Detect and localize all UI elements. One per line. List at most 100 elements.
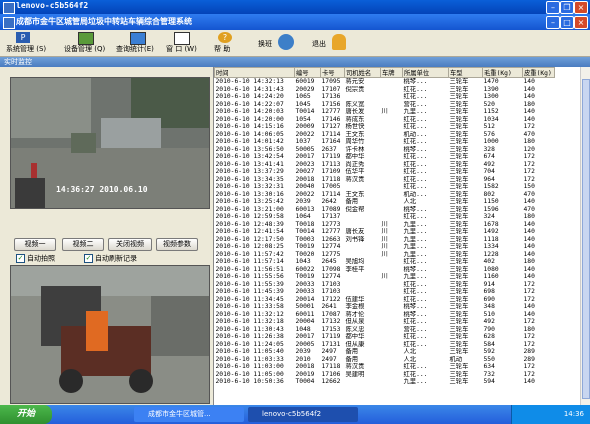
table-row[interactable]: 2010-6-10 11:03:00 20018 17118 蒋汉贵 红花... 三轮车 6… (215, 363, 555, 371)
table-cell: 2010-6-10 11:55:39 (215, 280, 284, 288)
table-row[interactable]: 2010-6-10 11:05:40 2039 2497 备用 人北 三轮车 592 289 (215, 348, 555, 356)
table-row[interactable]: 2010-6-10 13:32:31 20040 17005 红花... 三轮车 1582… (215, 183, 555, 191)
table-cell: 红花... (403, 318, 428, 325)
column-header[interactable]: 编号 (294, 67, 321, 78)
table-row[interactable]: 2010-6-10 11:32:12 60011 17087 蒋才伦 桃琴... 三轮车 5… (215, 311, 555, 319)
column-header[interactable]: 司机姓名 (344, 67, 381, 78)
table-row[interactable]: 2010-6-10 13:34:35 20018 17118 蒋汉贵 红花... 三轮车 9… (215, 176, 555, 184)
table-cell: 17106 (321, 370, 341, 378)
camera-view-1[interactable]: 14:36:27 2010.06.10 (10, 77, 210, 209)
menu-help[interactable]: ? 帮 助 (212, 32, 238, 54)
table-row[interactable]: 2010-6-10 12:17:50 T0003 12663 刘书锋 川 九里... 三轮车… (215, 236, 555, 244)
close-button[interactable]: × (574, 1, 588, 14)
table-row[interactable]: 2010-6-10 11:05:00 20019 17106 吴建明 红花... 三轮车 7… (215, 371, 555, 379)
video-two-button[interactable]: 视频二 (62, 238, 104, 251)
table-cell: 2010-6-10 11:57:42 (215, 250, 284, 258)
table-row[interactable]: 2010-6-10 11:45:39 20033 17103 红花... 三轮车 698 1… (215, 288, 555, 296)
table-row[interactable]: 2010-6-10 13:21:00 60013 17089 倪金帮 桃琴... 三轮车 1… (215, 206, 555, 214)
video-params-button[interactable]: 视频参数 (156, 238, 198, 251)
video-one-button[interactable]: 视频一 (14, 238, 56, 251)
table-cell: 三轮车 (449, 198, 469, 205)
column-header[interactable]: 车型 (448, 67, 483, 78)
table-cell: 唐长友 (345, 228, 365, 235)
table-row[interactable]: 2010-6-10 14:32:13 60019 17095 蒋元安 桃琴... 三轮车 1… (215, 78, 555, 86)
menu-system-management[interactable]: P 系统管理 (S) (6, 32, 56, 54)
table-cell: 三轮车 (449, 130, 469, 138)
table-row[interactable]: 2010-6-10 13:37:29 20027 17109 伍华平 红花... 三轮车 7… (215, 168, 555, 176)
table-row[interactable]: 2010-6-10 13:25:42 2039 2642 备用 人北 三轮车 1150 140 (215, 198, 555, 206)
table-cell: 三轮车 (449, 190, 469, 198)
table-row[interactable]: 2010-6-10 14:15:16 20009 17127 杨世快 红花... 三轮车 5… (215, 123, 555, 131)
table-row[interactable]: 2010-6-10 12:48:39 T0018 12773 川 九里... 三轮车 167… (215, 221, 555, 229)
table-row[interactable]: 2010-6-10 14:06:05 20022 17114 王文东 机动... 三轮车 5… (215, 131, 555, 139)
shift-change-button[interactable]: 换班 (258, 32, 298, 54)
app-close-button[interactable]: × (574, 16, 588, 29)
table-cell: 1582 (483, 183, 499, 190)
table-cell (381, 123, 403, 131)
table-row[interactable]: 2010-6-10 11:33:58 50001 2641 李金根 桃琴... 三轮车 34… (215, 303, 555, 311)
table-vertical-scrollbar[interactable] (580, 67, 590, 405)
taskbar-item-remote[interactable]: lenovo-c5b564f2 (248, 407, 358, 422)
app-titlebar[interactable]: 成都市金牛区城管局垃圾中转站车辆综合管理系统 – □ × (0, 14, 590, 30)
remote-window-titlebar[interactable]: lenovo-c5b564f2 – ❐ × (0, 0, 590, 14)
table-row[interactable]: 2010-6-10 11:57:42 T0020 12775 川 九里... 三轮车 122… (215, 251, 555, 259)
table-cell: 140 (523, 250, 535, 258)
column-header[interactable]: 卡号 (320, 67, 345, 78)
table-cell: 120 (523, 145, 535, 153)
table-cell: 2010-6-10 13:21:00 (215, 205, 284, 213)
column-header[interactable]: 所属单位 (402, 67, 449, 78)
table-row[interactable]: 2010-6-10 13:42:54 20017 17119 都中华 红花... 三轮车 6… (215, 153, 555, 161)
table-row[interactable]: 2010-6-10 14:22:07 1045 17156 陈义宽 营花... 三轮车 52… (215, 101, 555, 109)
table-row[interactable]: 2010-6-10 11:56:51 60022 17098 李桂平 桃琴... 三轮车 1… (215, 266, 555, 274)
table-cell: 三轮车 (449, 243, 469, 250)
table-cell: 2010-6-10 13:32:31 (215, 183, 284, 190)
table-row[interactable]: 2010-6-10 14:31:43 20029 17107 倪宗贵 红花... 三轮车 1… (215, 86, 555, 94)
table-row[interactable]: 2010-6-10 10:50:36 T0004 12662 九里... 三轮车 594… (215, 378, 555, 386)
table-row[interactable]: 2010-6-10 13:41:41 20023 17113 尚正秀 红花... 三轮车 4… (215, 161, 555, 169)
table-row[interactable]: 2010-6-10 12:08:25 T0019 12774 川 九里... 三轮车 133… (215, 243, 555, 251)
menu-device-management[interactable]: 设备管理 (Q) (64, 32, 114, 54)
table-row[interactable]: 2010-6-10 11:24:05 20005 17131 但从康 红花... 三轮车 5… (215, 341, 555, 349)
table-cell: 营花... (403, 325, 428, 333)
table-row[interactable]: 2010-6-10 11:55:56 T0019 12774 川 九里... 三轮车 116… (215, 273, 555, 281)
exit-button[interactable]: 退出 (312, 32, 352, 54)
table-row[interactable]: 2010-6-10 11:57:14 1043 2645 吴旭均 红花... 三轮车 402… (215, 258, 555, 266)
table-row[interactable]: 2010-6-10 14:20:03 T0014 12777 唐长发 川 九里... 三轮车… (215, 108, 555, 116)
auto-refresh-checkbox[interactable]: ✓ 自动刷新记录 (84, 254, 137, 263)
table-row[interactable]: 2010-6-10 13:30:16 20022 17114 王文东 机动... 三轮车 8… (215, 191, 555, 199)
column-header[interactable]: 时间 (214, 67, 295, 78)
table-cell: 2010-6-10 11:57:14 (215, 258, 284, 265)
table-row[interactable]: 2010-6-10 13:56:50 50005 2637 许卡林 桃琴... 三轮车 32… (215, 146, 555, 154)
app-minimize-button[interactable]: – (546, 16, 560, 29)
restore-button[interactable]: ❐ (560, 1, 574, 14)
table-cell: 17113 (321, 160, 341, 168)
table-row[interactable]: 2010-6-10 14:01:42 1037 17164 周华竹 红花... 三轮车 10… (215, 138, 555, 146)
table-row[interactable]: 2010-6-10 11:26:38 20017 17119 都中华 红花... 三轮车 6… (215, 333, 555, 341)
app-maximize-button[interactable]: □ (560, 16, 574, 29)
close-video-button[interactable]: 关闭视频 (108, 238, 152, 251)
taskbar-item-app[interactable]: 成都市金牛区城管... (134, 407, 244, 422)
column-header[interactable]: 毛重(Kg) (482, 67, 523, 78)
minimize-button[interactable]: – (546, 1, 560, 14)
camera-view-2[interactable] (10, 265, 210, 404)
table-row[interactable]: 2010-6-10 11:30:43 1048 17153 陈义忠 营花... 三轮车 79… (215, 326, 555, 334)
table-cell: 172 (523, 175, 535, 183)
table-row[interactable]: 2010-6-10 11:03:33 2010 2497 备用 人北 机动 550 289 (215, 356, 555, 364)
column-header[interactable]: 皮重(Kg) (522, 67, 555, 78)
column-header[interactable]: 车牌 (380, 67, 403, 78)
start-button[interactable]: 开始 (0, 405, 52, 424)
table-row[interactable]: 2010-6-10 12:41:54 T0014 12777 唐长友 川 九里... 三轮车… (215, 228, 555, 236)
table-row[interactable]: 2010-6-10 14:24:20 1065 17136 红花... 三轮车 1300 1… (215, 93, 555, 101)
scrollbar-thumb[interactable] (582, 79, 590, 399)
auto-capture-checkbox[interactable]: ✓ 自动拍照 (16, 254, 55, 263)
table-row[interactable]: 2010-6-10 11:55:39 20033 17103 红花... 三轮车 914 1… (215, 281, 555, 289)
table-cell: 17136 (321, 93, 341, 100)
table-cell (381, 191, 403, 199)
menu-window[interactable]: 窗 口 (W) (166, 32, 197, 54)
table-row[interactable]: 2010-6-10 14:20:00 1054 17146 蒋成东 红花... 三轮车 10… (215, 116, 555, 124)
table-row[interactable]: 2010-6-10 11:34:45 20014 17122 伍建华 红花... 三轮车 6… (215, 296, 555, 304)
table-row[interactable]: 2010-6-10 11:32:18 20004 17132 但从泉 红花... 三轮车 4… (215, 318, 555, 326)
menu-query-statistics[interactable]: 查询统计(E) (116, 32, 162, 54)
table-cell: 1152 (483, 108, 499, 115)
table-row[interactable]: 2010-6-10 12:59:58 1064 17137 红花... 三轮车 324 18… (215, 213, 555, 221)
